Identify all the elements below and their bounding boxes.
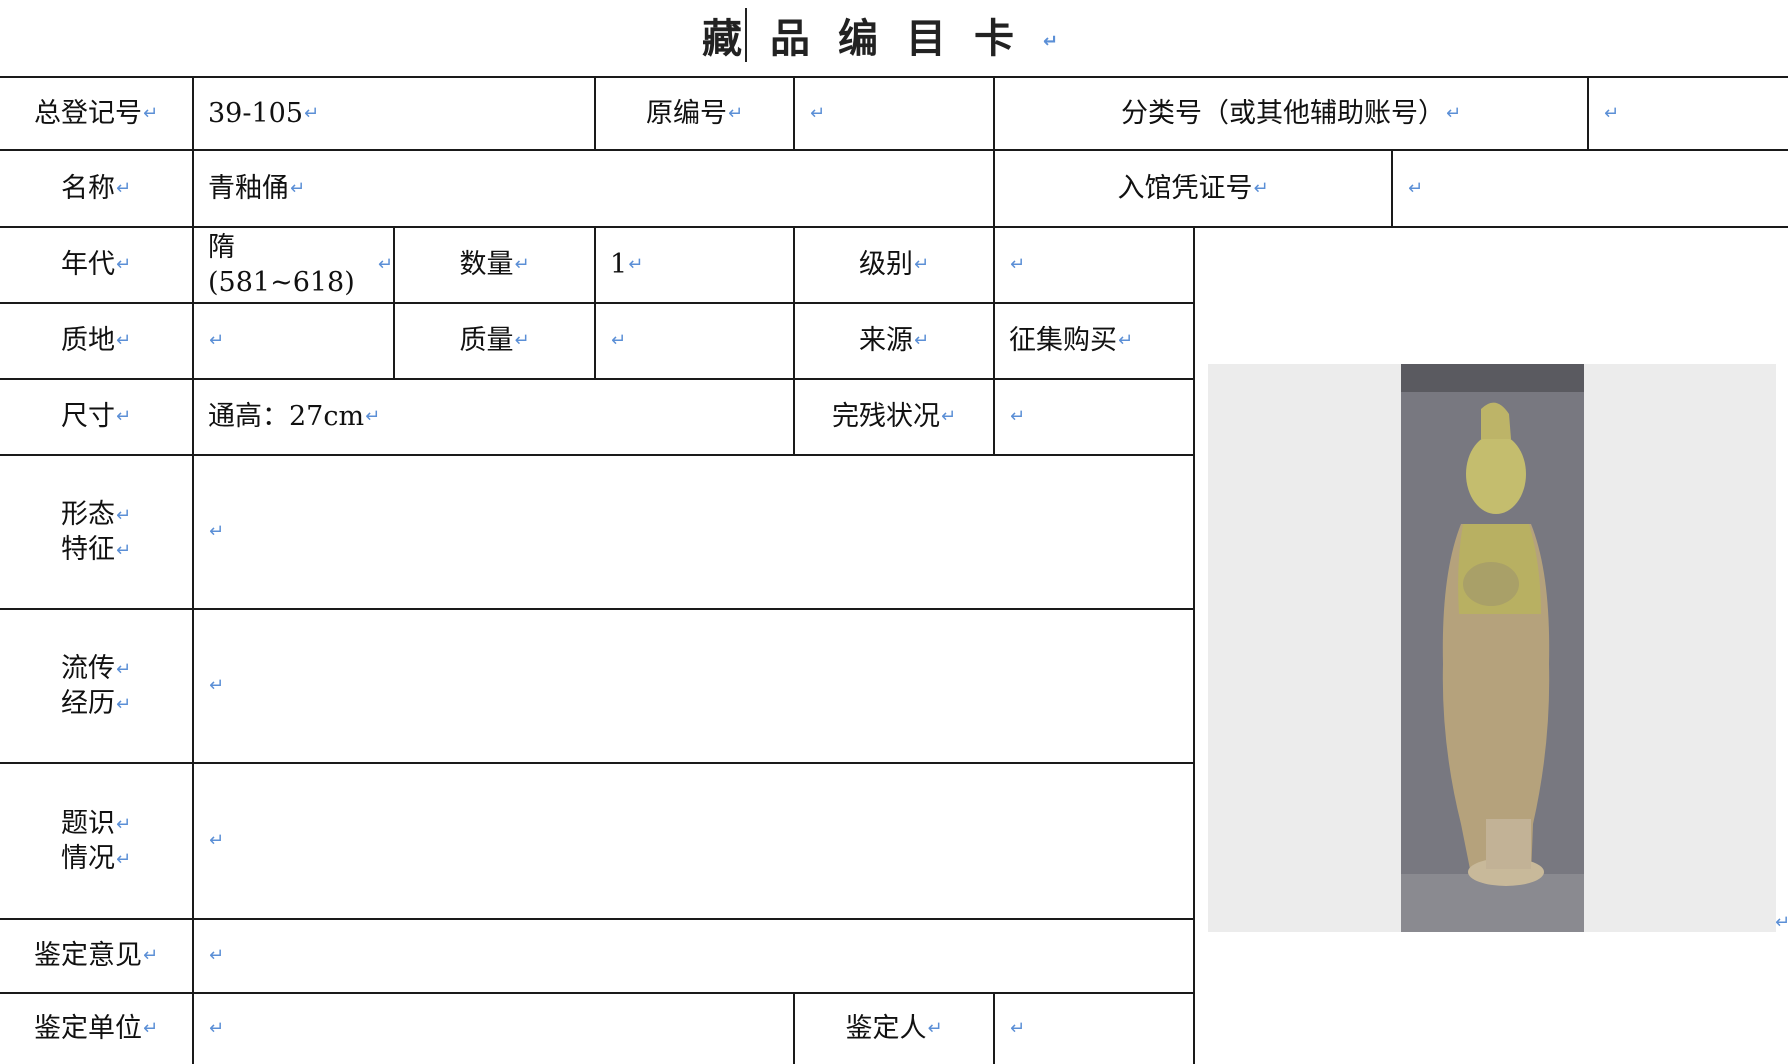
label-material: 质地 ↵ <box>60 325 132 357</box>
label-inscriptions: 题识↵ 情况↵ <box>60 807 132 874</box>
value-form-features[interactable]: ↵ <box>194 456 1193 608</box>
label-condition: 完残状况 ↵ <box>831 401 957 433</box>
value-provenance[interactable]: ↵ <box>194 610 1193 762</box>
value-appraisal-opinion[interactable]: ↵ <box>194 920 1193 992</box>
label-mass: 质量 ↵ <box>459 325 530 357</box>
value-material[interactable]: ↵ <box>194 304 393 378</box>
page-title: 藏品编目卡↵ <box>701 16 1087 62</box>
label-quantity: 数量 ↵ <box>459 249 530 281</box>
label-dimensions: 尺寸 ↵ <box>60 401 132 433</box>
value-dimensions[interactable]: 通高：27cm ↵ <box>194 380 793 454</box>
label-original-no: 原编号 ↵ <box>645 97 744 129</box>
label-grade: 级别 ↵ <box>858 249 930 281</box>
value-inscriptions[interactable]: ↵ <box>194 764 1193 918</box>
figurine-image <box>1401 364 1584 932</box>
value-original-no[interactable]: ↵ <box>795 78 993 149</box>
value-quantity[interactable]: 1 ↵ <box>596 228 793 302</box>
value-name[interactable]: 青釉俑 ↵ <box>194 151 993 226</box>
label-appraisal-opinion: 鉴定意见 ↵ <box>33 940 159 972</box>
value-appraisal-unit[interactable]: ↵ <box>194 994 793 1064</box>
artifact-photo <box>1401 364 1584 932</box>
label-accession-voucher: 入馆凭证号 ↵ <box>1117 172 1269 204</box>
label-appraiser: 鉴定人 ↵ <box>845 1013 943 1045</box>
label-name: 名称 ↵ <box>60 172 132 204</box>
value-grade[interactable]: ↵ <box>995 228 1193 302</box>
value-mass[interactable]: ↵ <box>596 304 793 378</box>
label-provenance: 流传↵ 经历↵ <box>60 652 132 719</box>
value-source[interactable]: 征集购买 ↵ <box>995 304 1193 378</box>
value-accession-voucher[interactable]: ↵ <box>1393 151 1788 226</box>
value-period[interactable]: 隋(581~618) ↵ <box>194 228 393 302</box>
label-source: 来源 ↵ <box>858 325 930 357</box>
label-classification-no: 分类号（或其他辅助账号） ↵ <box>1120 97 1462 129</box>
label-period: 年代 ↵ <box>60 249 132 281</box>
label-form-features: 形态↵ 特征↵ <box>60 498 132 565</box>
value-condition[interactable]: ↵ <box>995 380 1193 454</box>
label-appraisal-unit: 鉴定单位 ↵ <box>33 1013 159 1045</box>
catalog-card: 藏品编目卡↵ 总登记号 ↵ 39-105 ↵ 原编号 ↵ ↵ 分类号（或其他辅助账号）… <box>0 0 1788 1064</box>
value-classification-no[interactable]: ↵ <box>1589 78 1788 149</box>
value-total-registration-no[interactable]: 39-105 ↵ <box>194 78 594 149</box>
return-mark: ↵ <box>1775 912 1788 933</box>
label-total-registration-no: 总登记号 ↵ <box>33 97 159 129</box>
value-appraiser[interactable]: ↵ <box>995 994 1193 1064</box>
